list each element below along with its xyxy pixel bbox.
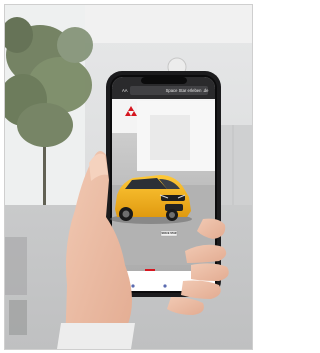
photo-scene xyxy=(5,5,252,349)
chair-left xyxy=(5,237,27,295)
tab-indicator xyxy=(145,269,155,271)
notch xyxy=(141,77,187,84)
aa-label[interactable]: AA xyxy=(122,87,132,95)
url-text[interactable]: Space Star erleben .de xyxy=(139,87,235,95)
photo-frame: AA Space Star erleben .de SPACE STAR xyxy=(4,4,253,350)
sleeve xyxy=(57,323,135,349)
car-badge-text: SPACE STAR xyxy=(161,232,177,235)
